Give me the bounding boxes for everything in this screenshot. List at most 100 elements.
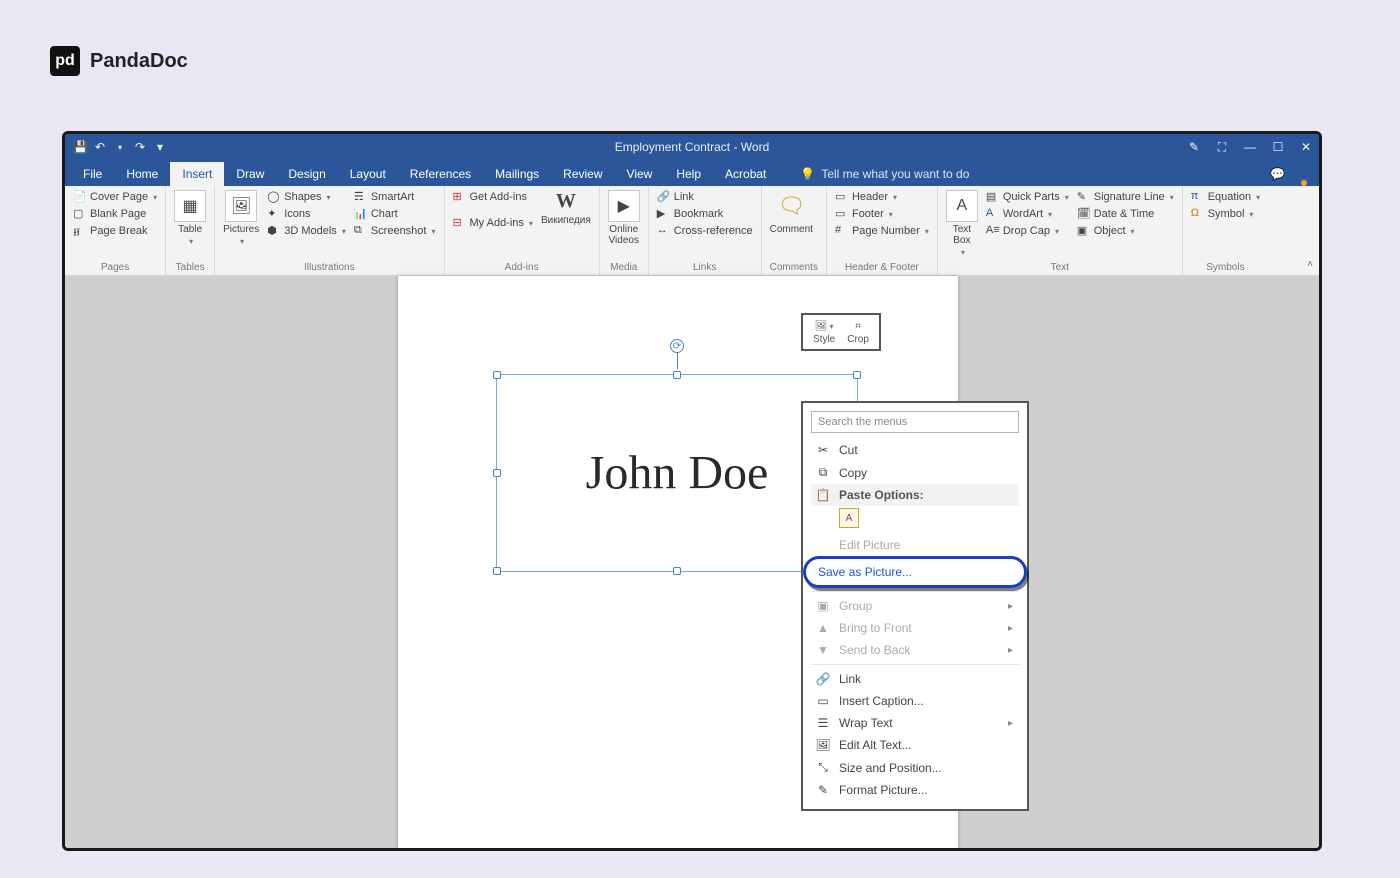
redo-icon[interactable]: ↷ <box>133 140 147 154</box>
close-icon[interactable]: ✕ <box>1299 140 1313 154</box>
shapes-button[interactable]: ◯Shapes▾ <box>267 190 346 204</box>
group-media: ▶ Online Videos Media <box>600 186 649 275</box>
menu-link[interactable]: 🔗Link <box>811 668 1019 690</box>
bookmark-button[interactable]: ▶Bookmark <box>657 207 753 221</box>
undo-dropdown-icon[interactable]: ▾ <box>113 143 127 152</box>
menu-format-picture[interactable]: ✎Format Picture... <box>811 779 1019 801</box>
group-addins: ⊞Get Add-ins ⊟My Add-ins▾ W Википедия Ad… <box>445 186 600 275</box>
blank-page-icon: ▢ <box>73 207 87 221</box>
chart-button[interactable]: 📊Chart <box>354 207 436 221</box>
tab-acrobat[interactable]: Acrobat <box>713 162 778 186</box>
menu-save-as-picture[interactable]: Save as Picture... <box>803 556 1027 588</box>
tab-home[interactable]: Home <box>114 162 170 186</box>
ribbon-display-icon[interactable]: ⛶ <box>1215 140 1229 155</box>
menu-edit-alt-text[interactable]: 🖼Edit Alt Text... <box>811 734 1019 756</box>
maximize-icon[interactable]: ☐ <box>1271 140 1285 154</box>
accessibility-icon[interactable]: ✎ <box>1187 140 1201 154</box>
qat-customize-icon[interactable]: ▾ <box>153 140 167 154</box>
pictures-label: Pictures <box>223 224 259 235</box>
save-icon[interactable]: 💾 <box>73 140 87 154</box>
table-button[interactable]: ▦ Table▾ <box>174 190 206 246</box>
tab-insert[interactable]: Insert <box>170 162 224 186</box>
menu-size-position-label: Size and Position... <box>839 761 942 775</box>
menu-insert-caption[interactable]: ▭Insert Caption... <box>811 690 1019 712</box>
wordart-button[interactable]: AWordArt▾ <box>986 207 1069 221</box>
pandadoc-logo-icon: pd <box>50 46 80 76</box>
text-box-button[interactable]: A Text Box▾ <box>946 190 978 257</box>
tab-draw[interactable]: Draw <box>224 162 276 186</box>
symbol-button[interactable]: ΩSymbol▾ <box>1191 207 1260 221</box>
group-icon: ▣ <box>815 599 831 613</box>
tab-design[interactable]: Design <box>276 162 337 186</box>
tab-references[interactable]: References <box>398 162 483 186</box>
pictures-button[interactable]: 🖼 Pictures▾ <box>223 190 259 246</box>
document-area[interactable]: ⟳ John Doe 🖼▾ Style ⌗ Crop <box>65 276 1319 848</box>
resize-handle-s[interactable] <box>673 567 681 575</box>
tell-me-search[interactable]: 💡 Tell me what you want to do <box>790 162 979 186</box>
footer-button[interactable]: ▭Footer▾ <box>835 207 929 221</box>
resize-handle-ne[interactable] <box>853 371 861 379</box>
tab-review[interactable]: Review <box>551 162 614 186</box>
equation-button[interactable]: πEquation▾ <box>1191 190 1260 204</box>
online-videos-button[interactable]: ▶ Online Videos <box>608 190 640 246</box>
menu-size-position[interactable]: ⤡Size and Position... <box>811 756 1019 779</box>
get-addins-label: Get Add-ins <box>470 191 527 203</box>
resize-handle-w[interactable] <box>493 469 501 477</box>
wordart-icon: A <box>986 207 1000 221</box>
paste-keep-text-icon[interactable]: A <box>839 508 859 528</box>
cover-page-button[interactable]: 📄Cover Page▾ <box>73 190 157 204</box>
quick-parts-button[interactable]: ▤Quick Parts▾ <box>986 190 1069 204</box>
resize-handle-n[interactable] <box>673 371 681 379</box>
group-illustrations-label: Illustrations <box>223 260 435 273</box>
object-button[interactable]: ▣Object▾ <box>1077 224 1174 238</box>
notification-dot-icon[interactable] <box>1301 180 1307 186</box>
tab-help[interactable]: Help <box>664 162 713 186</box>
icons-button[interactable]: ✦Icons <box>267 207 346 221</box>
tab-mailings[interactable]: Mailings <box>483 162 551 186</box>
resize-handle-sw[interactable] <box>493 567 501 575</box>
page-number-button[interactable]: #Page Number▾ <box>835 224 929 238</box>
menu-wrap-text[interactable]: ☰Wrap Text▸ <box>811 712 1019 734</box>
crop-button[interactable]: ⌗ Crop <box>847 321 869 345</box>
group-header-footer: ▭Header▾ ▭Footer▾ #Page Number▾ Header &… <box>827 186 938 275</box>
header-button[interactable]: ▭Header▾ <box>835 190 929 204</box>
undo-icon[interactable]: ↶ <box>93 140 107 154</box>
menu-cut[interactable]: ✂Cut <box>811 439 1019 461</box>
menu-copy[interactable]: ⧉Copy <box>811 461 1019 484</box>
tab-file[interactable]: File <box>71 162 114 186</box>
style-button[interactable]: 🖼▾ Style <box>813 321 835 345</box>
my-addins-icon: ⊟ <box>453 216 467 230</box>
link-button[interactable]: 🔗Link <box>657 190 753 204</box>
date-time-button[interactable]: 🗓Date & Time <box>1077 207 1174 221</box>
quick-parts-icon: ▤ <box>986 190 1000 204</box>
smartart-button[interactable]: ☴SmartArt <box>354 190 436 204</box>
table-icon: ▦ <box>174 190 206 222</box>
tab-layout[interactable]: Layout <box>338 162 398 186</box>
collapse-ribbon-icon[interactable]: ˄ <box>1307 259 1313 270</box>
comment-button[interactable]: 🗨 Comment <box>770 190 813 235</box>
quick-parts-label: Quick Parts <box>1003 191 1060 203</box>
minimize-icon[interactable]: — <box>1243 140 1257 154</box>
cross-reference-button[interactable]: ↔Cross-reference <box>657 224 753 238</box>
group-illustrations: 🖼 Pictures▾ ◯Shapes▾ ✦Icons ⬢3D Models▾ … <box>215 186 444 275</box>
menu-search-input[interactable]: Search the menus <box>811 411 1019 433</box>
rotation-handle[interactable]: ⟳ <box>670 339 684 353</box>
menu-wrap-text-label: Wrap Text <box>839 716 893 730</box>
icons-icon: ✦ <box>267 207 281 221</box>
comments-pane-icon[interactable]: 💬 <box>1260 162 1295 186</box>
screenshot-button[interactable]: ⧉Screenshot▾ <box>354 224 436 238</box>
blank-page-button[interactable]: ▢Blank Page <box>73 207 157 221</box>
tab-view[interactable]: View <box>615 162 665 186</box>
signature-line-button[interactable]: ✎Signature Line▾ <box>1077 190 1174 204</box>
3d-icon: ⬢ <box>267 224 281 238</box>
drop-cap-button[interactable]: A≡Drop Cap▾ <box>986 224 1069 238</box>
3d-models-button[interactable]: ⬢3D Models▾ <box>267 224 346 238</box>
group-links-label: Links <box>657 260 753 273</box>
group-text-label: Text <box>946 260 1174 273</box>
wikipedia-button[interactable]: W Википедия <box>541 190 591 226</box>
page-break-button[interactable]: ⭿Page Break <box>73 224 157 238</box>
get-addins-button[interactable]: ⊞Get Add-ins <box>453 190 533 204</box>
my-addins-button[interactable]: ⊟My Add-ins▾ <box>453 216 533 230</box>
resize-handle-nw[interactable] <box>493 371 501 379</box>
blank-page-label: Blank Page <box>90 208 146 220</box>
